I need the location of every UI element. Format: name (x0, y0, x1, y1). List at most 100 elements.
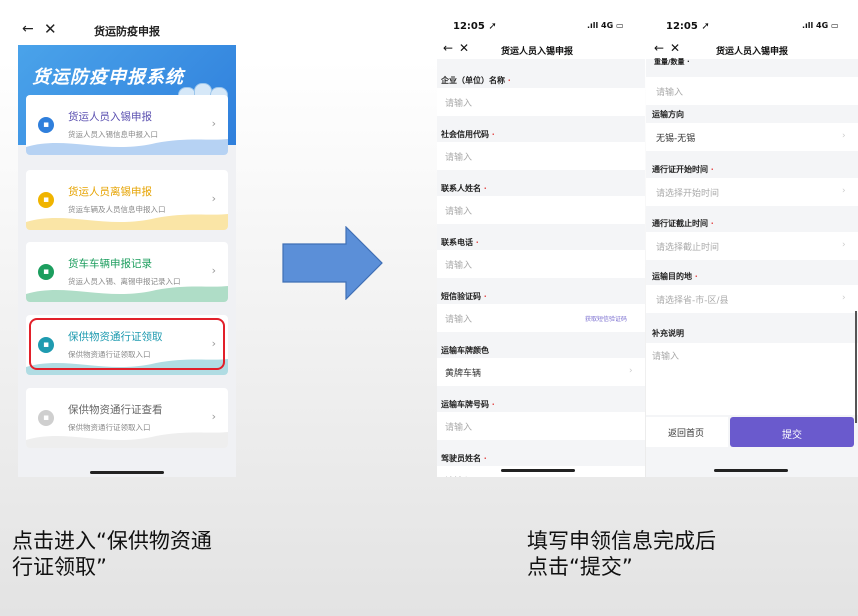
field-placeholder: 请输入 (445, 207, 473, 217)
home-button[interactable]: 返回首页 (646, 417, 728, 447)
field-label-text: 企业（单位）名称 (441, 76, 505, 85)
field-placeholder: 请选择截止时间 (656, 243, 720, 253)
highlight-box (29, 318, 225, 370)
caption-right-line-1: 填写申领信息完成后 (527, 529, 716, 553)
status-signal: .ıll 4G ▭ (802, 21, 839, 30)
field-placeholder: 请输入 (445, 315, 473, 325)
caption-left: 点击进入“保供物资通 行证领取” (12, 528, 212, 580)
required-mark: · (507, 76, 511, 85)
scrollbar[interactable] (855, 311, 857, 423)
field-label: 社会信用代码 · (441, 129, 495, 140)
menu-card[interactable]: ▪ 货运人员离锡申报 货运车辆及人员信息申报入口 › (26, 170, 228, 230)
home-indicator (90, 471, 164, 474)
status-time: 12:05 ➚ (453, 21, 497, 32)
lock-icon: ▪ (38, 410, 54, 426)
field-label: 通行证截止时间 · (652, 218, 714, 229)
field-input[interactable]: 请输入 (437, 250, 645, 278)
field-placeholder: 请输入 (445, 423, 473, 433)
card-subtitle: 货运人员入锡信息申报入口 (68, 130, 158, 139)
field-input[interactable]: 请输入 获取短信验证码 (437, 304, 645, 332)
required-mark: · (710, 165, 714, 174)
required-mark: · (475, 238, 479, 247)
required-mark: · (491, 400, 495, 409)
truck-icon: ▪ (38, 264, 54, 280)
field-placeholder: 请输入 (445, 99, 473, 109)
field-input[interactable]: 请输入 (437, 196, 645, 224)
card-title: 货运人员入锡申报 (68, 111, 152, 123)
home-button-label: 返回首页 (668, 429, 705, 439)
field-label-quantity: 重量/数量 · (654, 58, 690, 66)
required-mark: · (483, 292, 487, 301)
field-label-text: 驾驶员姓名 (441, 454, 481, 463)
form-screen-1: 12:05 ➚ .ıll 4G ▭ ← ✕ 货运人员入锡申报 企业（单位）名称 … (437, 15, 645, 477)
field-label: 运输车牌颜色 (441, 345, 489, 356)
field-placeholder: 请输入 (445, 474, 472, 477)
chevron-right-icon: › (211, 117, 216, 130)
chevron-right-icon: › (842, 186, 846, 196)
field-select[interactable]: 黄牌车辆 › (437, 358, 645, 386)
notes-textarea[interactable]: 请输入 (646, 343, 858, 415)
banner-title: 货运防疫申报系统 (32, 67, 184, 88)
field-label-text: 运输车牌颜色 (441, 346, 489, 355)
field-value: 黄牌车辆 (445, 369, 482, 379)
page-title: 货运人员入锡申报 (716, 47, 789, 57)
nav-bar: ← ✕ 货运防疫申报 (18, 15, 236, 45)
field-label-text: 运输车牌号码 (441, 400, 489, 409)
menu-card[interactable]: ▪ 货运人员入锡申报 货运人员入锡信息申报入口 › (26, 95, 228, 155)
field-label-text: 通行证截止时间 (652, 219, 708, 228)
chevron-right-icon: › (211, 410, 216, 423)
caption-left-line-1: 点击进入“保供物资通 (12, 529, 212, 553)
card-title: 保供物资通行证查看 (68, 404, 163, 416)
field-label: 运输车牌号码 · (441, 399, 495, 410)
right-arrow-icon (282, 226, 383, 300)
required-mark: · (483, 454, 487, 463)
status-signal: .ıll 4G ▭ (587, 21, 624, 30)
chevron-right-icon: › (211, 264, 216, 277)
field-input[interactable]: 请输入 (437, 412, 645, 440)
back-icon[interactable]: ← (443, 41, 453, 55)
required-mark: · (694, 272, 698, 281)
field-input[interactable]: 请输入 (646, 77, 858, 105)
chevron-right-icon: › (211, 192, 216, 205)
field-label-text: 运输方向 (652, 110, 684, 119)
submit-button[interactable]: 提交 (730, 417, 854, 447)
close-icon[interactable]: ✕ (459, 41, 469, 55)
get-sms-code-button[interactable]: 获取短信验证码 (585, 314, 627, 323)
required-mark: · (491, 130, 495, 139)
menu-card[interactable]: ▪ 货车车辆申报记录 货运人员入锡、离锡申报记录入口 › (26, 242, 228, 302)
field-label: 驾驶员姓名 · (441, 453, 487, 464)
home-screen: ← ✕ 货运防疫申报 货运防疫申报系统 ▪ 货运人员入锡申报 货运人员入锡信息申报入… (18, 15, 236, 477)
back-icon[interactable]: ← (654, 41, 664, 55)
field-label: 通行证开始时间 · (652, 164, 714, 175)
field-input[interactable]: 请输入 (437, 142, 645, 170)
caption-right-line-2: 点击“提交” (527, 555, 633, 579)
field-label-text: 联系人姓名 (441, 184, 481, 193)
field-placeholder: 请选择省-市-区/县 (656, 296, 729, 306)
field-placeholder: 请输入 (445, 261, 473, 271)
chevron-right-icon: › (842, 293, 846, 303)
field-select[interactable]: 请选择开始时间 › (646, 178, 858, 206)
field-select[interactable]: 请选择省-市-区/县 › (646, 285, 858, 313)
notes-placeholder: 请输入 (652, 352, 680, 362)
field-label-text: 社会信用代码 (441, 130, 489, 139)
field-label-text: 联系电话 (441, 238, 473, 247)
chevron-right-icon: › (842, 131, 846, 141)
required-mark: · (483, 184, 487, 193)
menu-card[interactable]: ▪ 保供物资通行证查看 保供物资通行证领取入口 › (26, 388, 228, 448)
field-label: 联系人姓名 · (441, 183, 487, 194)
card-title: 货运人员离锡申报 (68, 186, 152, 198)
field-label: 企业（单位）名称 · (441, 75, 511, 86)
field-label-text: 通行证开始时间 (652, 165, 708, 174)
field-select[interactable]: 请选择截止时间 › (646, 232, 858, 260)
field-select[interactable]: 无锡-无锡 › (646, 123, 858, 151)
caption-left-line-2: 行证领取” (12, 555, 107, 579)
field-placeholder: 请输入 (656, 88, 684, 98)
field-label: 运输方向 (652, 109, 684, 120)
caption-right: 填写申领信息完成后 点击“提交” (527, 528, 716, 580)
status-time: 12:05 ➚ (666, 21, 710, 32)
card-subtitle: 保供物资通行证领取入口 (68, 423, 151, 432)
page-title: 货运人员入锡申报 (501, 47, 574, 57)
field-input[interactable]: 请输入 (437, 88, 645, 116)
close-icon[interactable]: ✕ (670, 41, 680, 55)
home-indicator (714, 469, 788, 472)
